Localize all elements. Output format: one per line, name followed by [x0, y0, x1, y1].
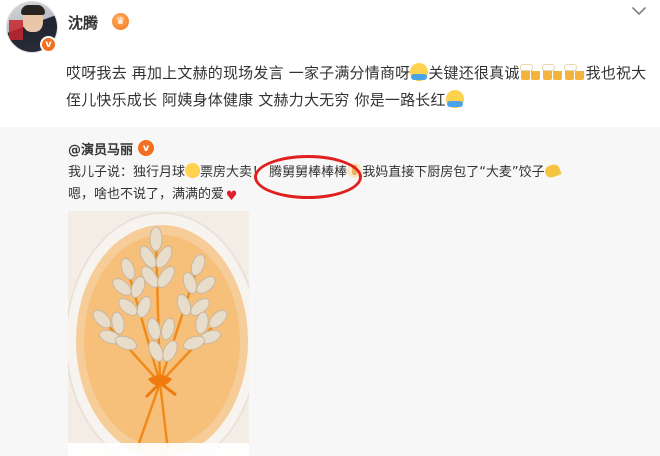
repost-text-segment-5: 嗯，啥也不说了，满满的爱 — [68, 187, 225, 202]
repost-line-2: 嗯，啥也不说了，满满的爱 ♥ — [68, 184, 648, 206]
chevron-down-icon[interactable] — [630, 4, 648, 18]
post-text-segment-1: 哎呀我去 再加上文赫的现场发言 一家子满分情商呀 — [66, 64, 411, 82]
hug-emoji — [445, 90, 464, 108]
beer-emoji — [563, 63, 586, 81]
hair-decoration — [21, 5, 45, 15]
dumpling-plate-illustration — [68, 211, 249, 456]
post-text-segment-2: 关键还很真诚 — [428, 64, 520, 82]
flag-decoration — [9, 20, 23, 40]
repost-text-segment-4: 我妈直接下厨房包了“大麦”饺子 — [362, 165, 545, 180]
beer-emoji — [519, 63, 542, 81]
crown-icon: ♛ — [112, 13, 129, 30]
dumpling-photo[interactable] — [68, 211, 249, 456]
beer-emoji — [541, 63, 564, 81]
verified-badge-icon: v — [40, 36, 57, 53]
repost-line-1: 我儿子说：独行月球 票房大卖！ 腾舅舅棒棒棒 我妈直接下厨房包了“大麦”饺子 — [68, 162, 648, 184]
username[interactable]: 沈腾 — [68, 12, 98, 33]
thumb-emoji — [347, 163, 363, 178]
taco-emoji — [545, 163, 561, 178]
moon-emoji — [185, 163, 201, 178]
hug-emoji — [410, 63, 429, 81]
repost-text-highlighted: 腾舅舅棒棒棒 — [269, 165, 348, 180]
verified-badge-icon: v — [138, 140, 154, 156]
post-text: 哎呀我去 再加上文赫的现场发言 一家子满分情商呀 关键还很真诚 我也祝大侄儿快乐成长… — [66, 60, 656, 114]
repost-container: @演员马丽 v 我儿子说：独行月球 票房大卖！ 腾舅舅棒棒棒 我妈直接下厨房包了“大… — [0, 127, 660, 456]
repost-username[interactable]: @演员马丽 — [68, 139, 133, 158]
repost-text-segment-1: 我儿子说：独行月球 — [68, 165, 186, 180]
repost-text: 我儿子说：独行月球 票房大卖！ 腾舅舅棒棒棒 我妈直接下厨房包了“大麦”饺子 嗯，啥… — [68, 162, 648, 206]
repost-text-segment-2: 票房大卖！ — [200, 165, 266, 180]
post-header: v 沈腾 ♛ — [0, 0, 660, 58]
heart-emoji: ♥ — [225, 189, 238, 204]
